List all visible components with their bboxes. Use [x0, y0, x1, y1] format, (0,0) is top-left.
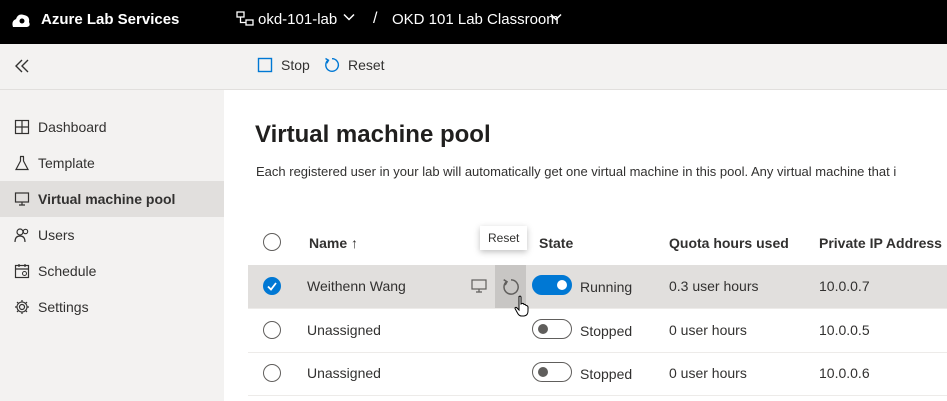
- table-row[interactable]: Unassigned Stopped 0 user hours 10.0.0.6: [248, 352, 947, 396]
- vm-name: Weithenn Wang: [307, 278, 406, 294]
- flask-icon: [15, 155, 29, 171]
- private-ip: 10.0.0.7: [819, 278, 870, 294]
- sidebar-item-dashboard[interactable]: Dashboard: [0, 109, 224, 145]
- stop-button[interactable]: Stop: [257, 57, 310, 73]
- state-label: Stopped: [580, 323, 633, 339]
- reset-label: Reset: [348, 57, 385, 73]
- azure-lab-logo-icon[interactable]: [10, 10, 32, 32]
- sidebar-item-label: Users: [38, 227, 75, 243]
- classroom-selector[interactable]: OKD 101 Lab Classroom: [392, 11, 559, 28]
- reset-icon: [502, 278, 519, 295]
- vm-name: Unassigned: [307, 322, 381, 338]
- reset-icon: [325, 57, 340, 72]
- sidebar-item-label: Settings: [38, 299, 89, 315]
- row-checkbox[interactable]: [263, 277, 281, 295]
- state-toggle[interactable]: [532, 275, 572, 295]
- command-bar: Stop Reset: [0, 44, 947, 90]
- sidebar: Dashboard Template Virtual machine pool …: [0, 90, 224, 401]
- lab-selector[interactable]: okd-101-lab: [258, 11, 337, 28]
- gear-icon: [15, 300, 29, 314]
- reset-tooltip: Reset: [480, 226, 528, 250]
- sidebar-item-label: Schedule: [38, 263, 97, 279]
- quota-hours: 0 user hours: [669, 365, 747, 381]
- column-header-ip[interactable]: Private IP Address: [819, 235, 942, 251]
- sidebar-item-users[interactable]: Users: [0, 217, 224, 253]
- table-row[interactable]: Unassigned Stopped 0 user hours 10.0.0.5: [248, 309, 947, 353]
- lab-plan-icon: [236, 11, 254, 26]
- row-checkbox[interactable]: [263, 321, 281, 339]
- reset-button[interactable]: Reset: [324, 57, 385, 73]
- sidebar-item-template[interactable]: Template: [0, 145, 224, 181]
- chevron-down-icon[interactable]: [549, 10, 563, 24]
- vm-name: Unassigned: [307, 365, 381, 381]
- row-reset-button[interactable]: [495, 265, 526, 308]
- stop-icon: [257, 57, 273, 73]
- breadcrumb-separator: /: [373, 10, 378, 27]
- state-label: Running: [580, 279, 633, 295]
- calendar-icon: [14, 264, 30, 279]
- sidebar-item-label: Virtual machine pool: [38, 191, 176, 207]
- sidebar-item-settings[interactable]: Settings: [0, 289, 224, 325]
- column-header-name[interactable]: Name ↑: [309, 235, 358, 251]
- page-description: Each registered user in your lab will au…: [256, 164, 897, 179]
- state-toggle[interactable]: [532, 319, 572, 339]
- state-label: Stopped: [580, 366, 633, 382]
- monitor-icon: [14, 192, 30, 206]
- private-ip: 10.0.0.6: [819, 365, 870, 381]
- checkmark-icon: [267, 282, 277, 291]
- chevron-down-icon[interactable]: [342, 10, 356, 24]
- sidebar-item-label: Dashboard: [38, 119, 107, 135]
- row-checkbox[interactable]: [263, 364, 281, 382]
- quota-hours: 0 user hours: [669, 322, 747, 338]
- select-all-checkbox[interactable]: [263, 233, 281, 251]
- connect-icon[interactable]: [470, 277, 488, 295]
- sidebar-item-vm-pool[interactable]: Virtual machine pool: [0, 181, 224, 217]
- dashboard-icon: [14, 119, 30, 135]
- collapse-nav-icon[interactable]: [12, 56, 32, 76]
- stop-label: Stop: [281, 57, 310, 73]
- users-icon: [14, 228, 29, 243]
- table-row[interactable]: Weithenn Wang Running 0.3 user hours 10.…: [248, 265, 947, 309]
- app-name[interactable]: Azure Lab Services: [41, 11, 179, 28]
- top-bar: Azure Lab Services okd-101-lab / OKD 101…: [0, 0, 947, 44]
- page-title: Virtual machine pool: [255, 121, 491, 148]
- private-ip: 10.0.0.5: [819, 322, 870, 338]
- sidebar-item-label: Template: [38, 155, 95, 171]
- sidebar-item-schedule[interactable]: Schedule: [0, 253, 224, 289]
- state-toggle[interactable]: [532, 362, 572, 382]
- main-content: Virtual machine pool Each registered use…: [224, 90, 947, 401]
- column-header-quota[interactable]: Quota hours used: [669, 235, 789, 251]
- quota-hours: 0.3 user hours: [669, 278, 759, 294]
- column-header-state[interactable]: State: [539, 235, 573, 251]
